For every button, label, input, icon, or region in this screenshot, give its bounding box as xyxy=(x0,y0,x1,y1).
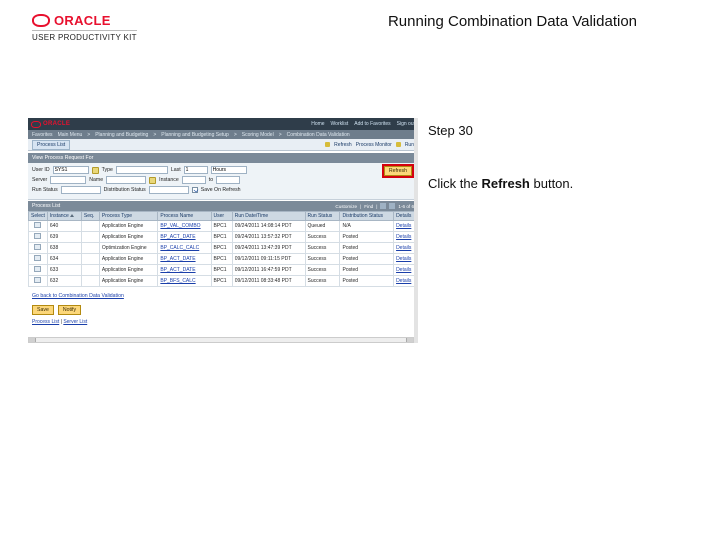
grid-customize[interactable]: Customize xyxy=(335,204,357,209)
app-oracle-o-icon xyxy=(31,121,41,128)
process-name-link[interactable]: BP_BFS_CALC xyxy=(158,276,211,287)
row-select-toggle[interactable] xyxy=(34,255,41,261)
breadcrumb: Favorites Main Menu> Planning and Budget… xyxy=(28,130,418,139)
process-name-link[interactable]: BP_ACT_DATE xyxy=(158,232,211,243)
oracle-wordmark: ORACLE xyxy=(54,13,111,28)
row-select-toggle[interactable] xyxy=(34,233,41,239)
save-button[interactable]: Save xyxy=(32,305,54,315)
last-label: Last xyxy=(171,167,181,173)
step-label: Step 30 xyxy=(428,122,573,140)
process-name-link[interactable]: BP_ACT_DATE xyxy=(158,265,211,276)
name-label: Name xyxy=(89,177,103,183)
table-row: 640Application EngineBP_VAL_COMBOBPC109/… xyxy=(29,221,418,232)
step-instruction: Click the Refresh button. xyxy=(428,175,573,193)
product-name: USER PRODUCTIVITY KIT xyxy=(32,30,137,42)
user-id-input[interactable] xyxy=(53,166,89,174)
grid-find[interactable]: Find xyxy=(364,204,373,209)
server-label: Server xyxy=(32,177,47,183)
instance-label: Instance xyxy=(159,177,179,183)
row-select-toggle[interactable] xyxy=(34,244,41,250)
save-on-refresh-checkbox[interactable] xyxy=(192,187,198,193)
vertical-scrollbar[interactable] xyxy=(414,118,418,343)
last-input[interactable] xyxy=(184,166,208,174)
last-unit-select[interactable] xyxy=(211,166,247,174)
type-select[interactable] xyxy=(116,166,168,174)
table-row: 639Application EngineBP_ACT_DATEBPC109/2… xyxy=(29,232,418,243)
lookup-icon[interactable] xyxy=(92,167,99,174)
instance-from-input[interactable] xyxy=(182,176,206,184)
type-label: Type xyxy=(102,167,113,173)
tab-link-server-list[interactable]: Server List xyxy=(63,319,87,325)
filter-form: Refresh User ID Type Last Server Name In… xyxy=(28,163,418,200)
menu-home[interactable]: Home xyxy=(311,121,324,127)
row-select-toggle[interactable] xyxy=(34,277,41,283)
http-icon[interactable] xyxy=(396,142,401,147)
lookup-icon[interactable] xyxy=(149,177,156,184)
panel-title: View Process Request For xyxy=(28,152,418,163)
go-back-link[interactable]: Go back to Combination Data Validation xyxy=(32,293,414,299)
process-name-link[interactable]: BP_VAL_COMBO xyxy=(158,221,211,232)
new-window-icon[interactable] xyxy=(325,142,330,147)
app-screenshot: ORACLE Home Worklist Add to Favorites Si… xyxy=(28,118,418,343)
user-id-label: User ID xyxy=(32,167,50,173)
app-header: ORACLE Home Worklist Add to Favorites Si… xyxy=(28,118,418,130)
menu-worklist[interactable]: Worklist xyxy=(331,121,349,127)
oracle-logo: ORACLE xyxy=(32,13,137,28)
tab-link-process-list[interactable]: Process List xyxy=(32,319,59,325)
link-process-monitor[interactable]: Process Monitor xyxy=(356,142,392,148)
grid-pager: 1-6 of 6 xyxy=(398,204,414,209)
menu-signout[interactable]: Sign out xyxy=(397,121,415,127)
name-input[interactable] xyxy=(106,176,146,184)
table-row: 638Optimization EngineBP_CALC_CALCBPC109… xyxy=(29,243,418,254)
row-select-toggle[interactable] xyxy=(34,266,41,272)
server-select[interactable] xyxy=(50,176,86,184)
instance-to-input[interactable] xyxy=(216,176,240,184)
page-title: Running Combination Data Validation xyxy=(388,13,702,30)
grid-download-icon[interactable] xyxy=(389,203,395,209)
list-header: Process List Refresh Process Monitor Run xyxy=(28,139,418,151)
menu-favorites[interactable]: Add to Favorites xyxy=(354,121,390,127)
process-name-link[interactable]: BP_ACT_DATE xyxy=(158,254,211,265)
link-refresh[interactable]: Refresh xyxy=(334,142,352,148)
table-row: 633Application EngineBP_ACT_DATEBPC109/1… xyxy=(29,265,418,276)
grid-title: Process List xyxy=(32,203,60,209)
horizontal-scrollbar[interactable] xyxy=(28,337,414,343)
table-row: 632Application EngineBP_BFS_CALCBPC109/1… xyxy=(29,276,418,287)
instruction-panel: Step 30 Click the Refresh button. xyxy=(428,122,573,193)
refresh-button[interactable]: Refresh xyxy=(384,166,412,176)
link-run[interactable]: Run xyxy=(405,142,414,148)
process-name-link[interactable]: BP_CALC_CALC xyxy=(158,243,211,254)
distrib-label: Distribution Status xyxy=(104,187,146,193)
table-header-row: Select Instance Seq. Process Type Proces… xyxy=(29,212,418,221)
row-select-toggle[interactable] xyxy=(34,222,41,228)
tab-process-list[interactable]: Process List xyxy=(32,140,70,150)
process-table: Select Instance Seq. Process Type Proces… xyxy=(28,211,418,287)
distrib-select[interactable] xyxy=(149,186,189,194)
grid-zoom-icon[interactable] xyxy=(380,203,386,209)
oracle-o-icon xyxy=(32,14,50,27)
runstatus-label: Run Status xyxy=(32,187,58,193)
sort-desc-icon xyxy=(70,214,74,217)
notify-button[interactable]: Notify xyxy=(58,305,81,315)
table-row: 634Application EngineBP_ACT_DATEBPC109/1… xyxy=(29,254,418,265)
app-oracle-wordmark: ORACLE xyxy=(43,121,70,127)
runstatus-select[interactable] xyxy=(61,186,101,194)
save-on-refresh-label: Save On Refresh xyxy=(201,187,241,193)
